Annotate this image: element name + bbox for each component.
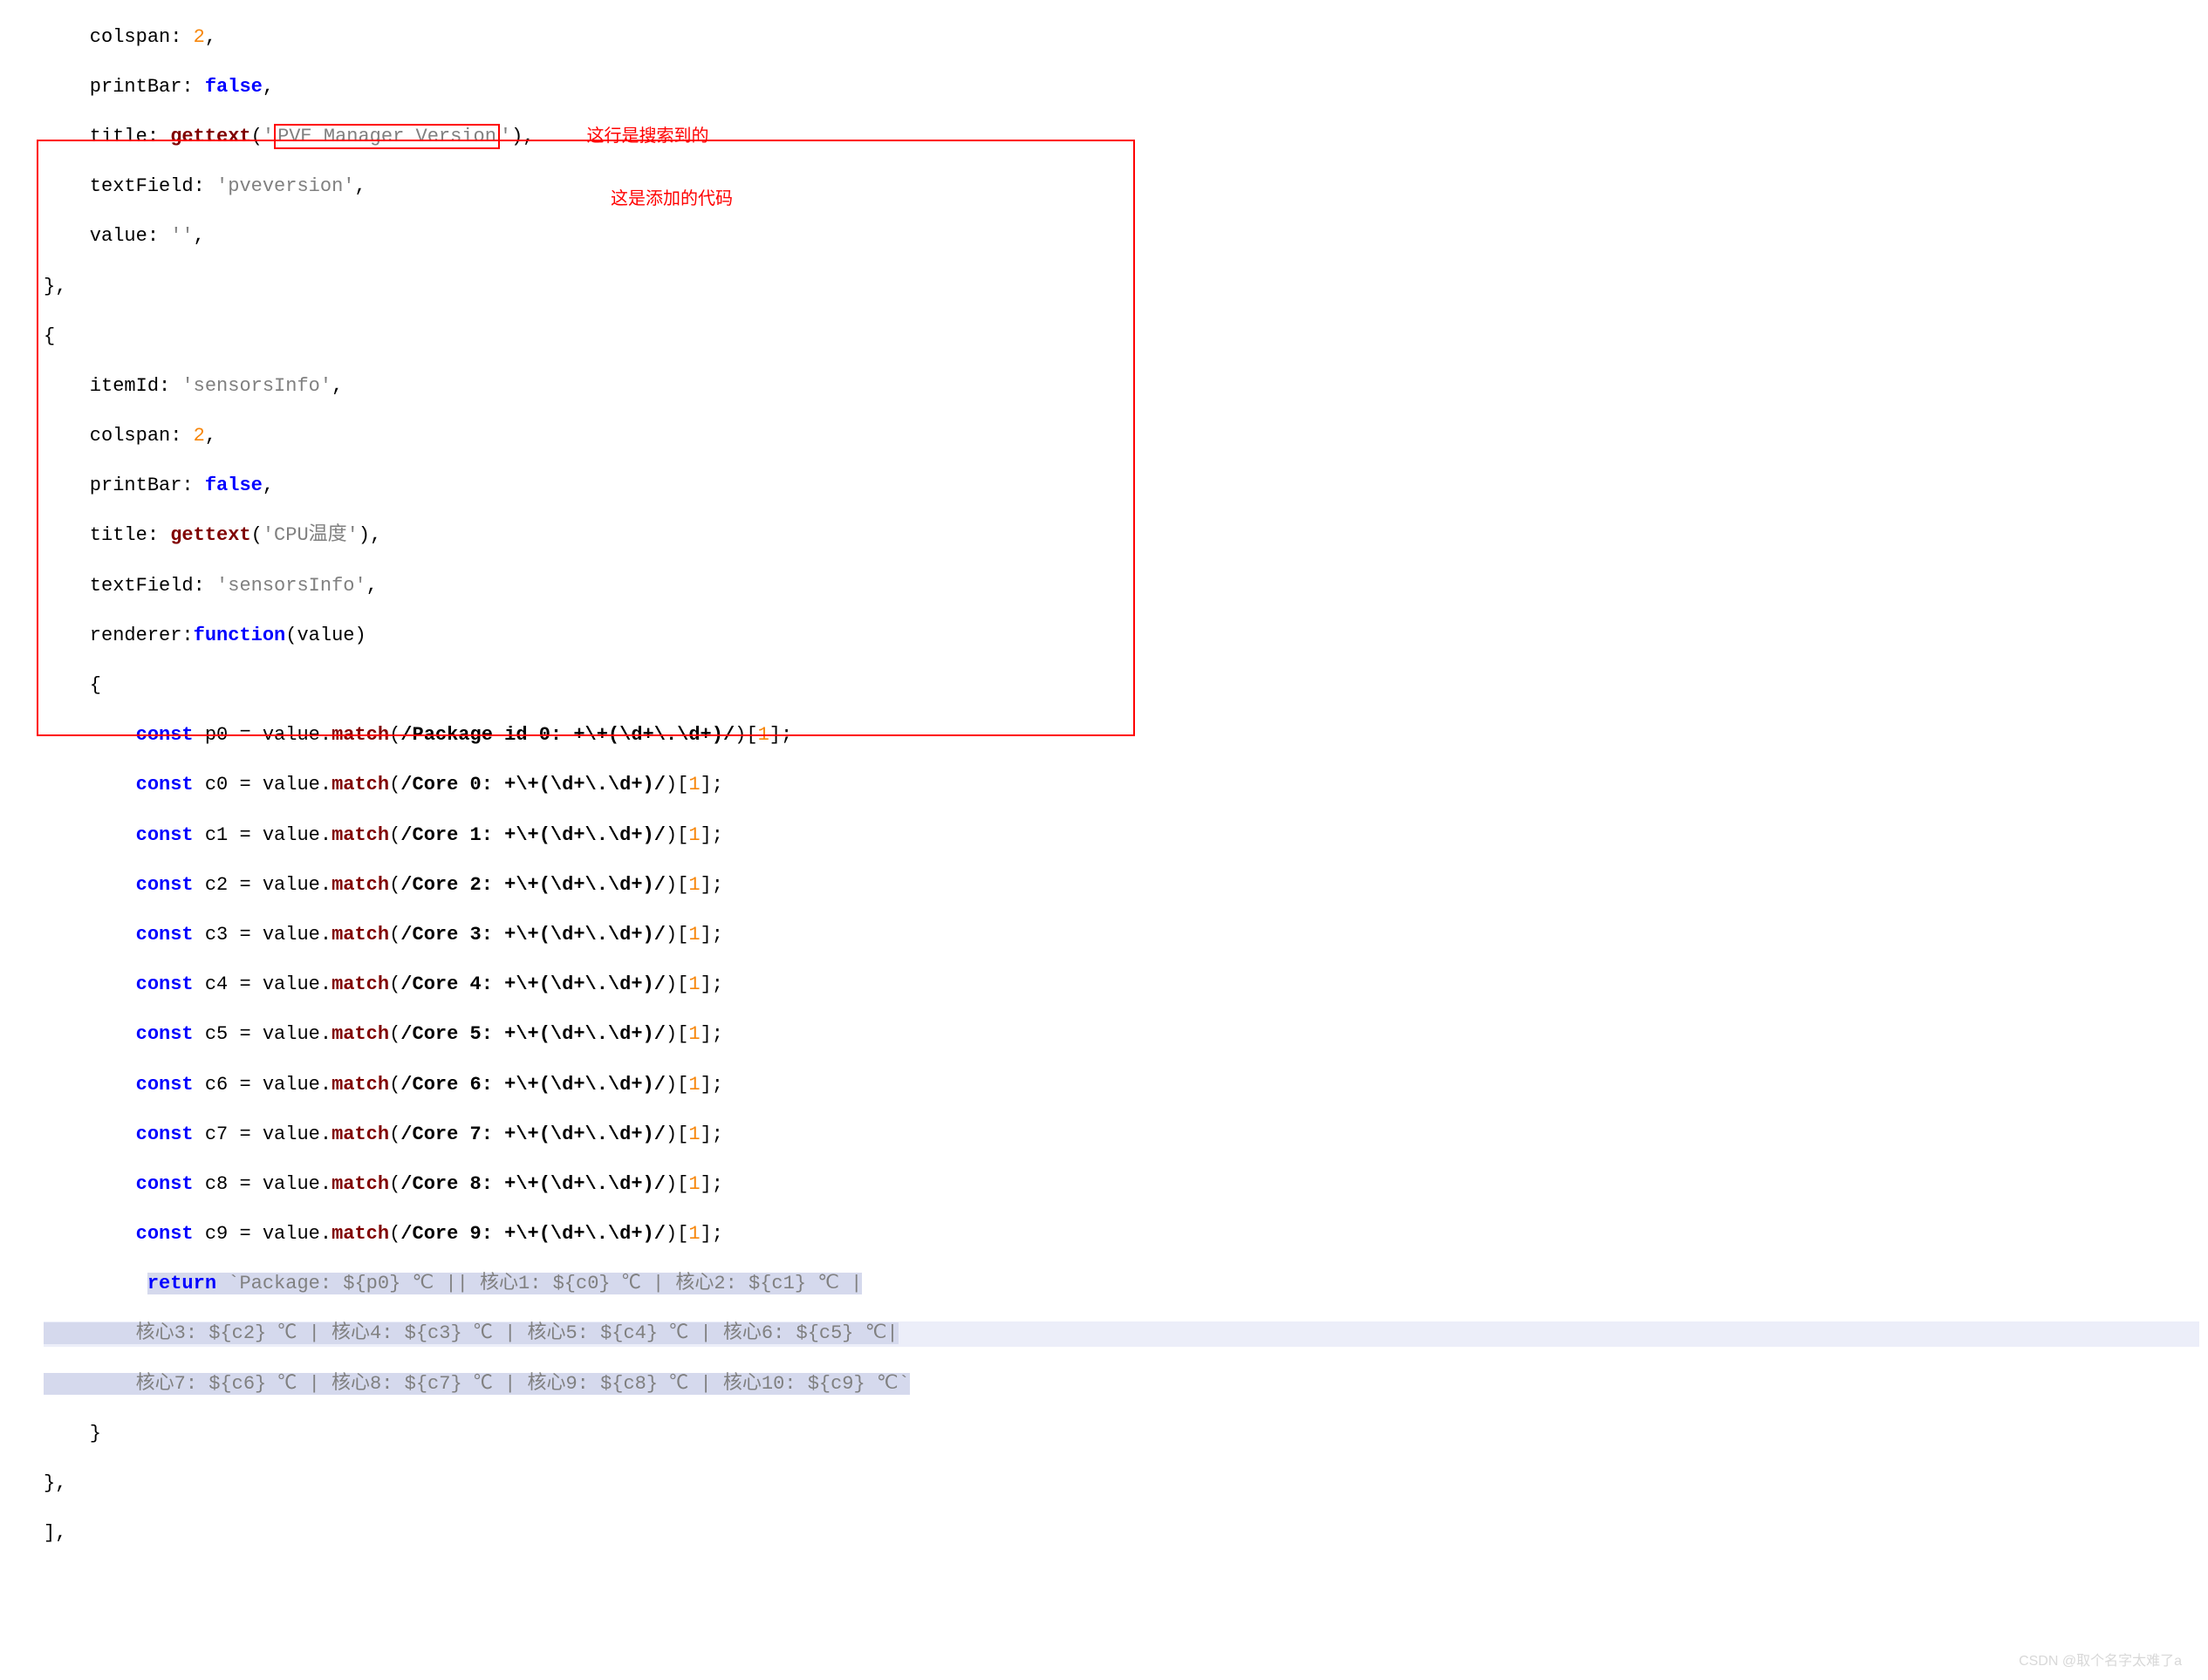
code-line: const c8 = value.match(/Core 8: +\+(\d+\… — [44, 1172, 2199, 1198]
code-line: ], — [44, 1521, 2199, 1547]
code-line: textField: 'pveversion', — [44, 174, 2199, 200]
code-line: colspan: 2, — [44, 424, 2199, 449]
code-line: }, — [44, 275, 2199, 300]
code-line: const c9 = value.match(/Core 9: +\+(\d+\… — [44, 1222, 2199, 1247]
code-line: const p0 = value.match(/Package id 0: +\… — [44, 723, 2199, 748]
watermark: CSDN @取个名字太难了a — [2019, 1653, 2182, 1671]
code-line: colspan: 2, — [44, 25, 2199, 51]
annotation-label: 这是添加的代码 — [611, 188, 733, 210]
code-line: title: gettext('CPU温度'), — [44, 523, 2199, 549]
code-line: } — [44, 1422, 2199, 1447]
code-line: const c2 = value.match(/Core 2: +\+(\d+\… — [44, 873, 2199, 898]
code-line: textField: 'sensorsInfo', — [44, 574, 2199, 599]
annotation-label: 这行是搜索到的 — [587, 125, 709, 147]
code-line: const c6 = value.match(/Core 6: +\+(\d+\… — [44, 1073, 2199, 1098]
code-line: const c0 = value.match(/Core 0: +\+(\d+\… — [44, 773, 2199, 798]
code-line: printBar: false, — [44, 474, 2199, 499]
code-line: const c1 = value.match(/Core 1: +\+(\d+\… — [44, 823, 2199, 849]
code-line: title: gettext('PVE Manager Version'),这行… — [44, 125, 2199, 150]
code-line: printBar: false, — [44, 75, 2199, 100]
code-line: { — [44, 324, 2199, 350]
code-line: renderer:function(value) — [44, 624, 2199, 649]
code-line: }, — [44, 1472, 2199, 1497]
highlight-search-result: PVE Manager Version — [274, 124, 500, 149]
code-line: const c5 = value.match(/Core 5: +\+(\d+\… — [44, 1022, 2199, 1048]
code-line: const c7 = value.match(/Core 7: +\+(\d+\… — [44, 1123, 2199, 1148]
code-line: 核心7: ${c6} ℃ | 核心8: ${c7} ℃ | 核心9: ${c8}… — [44, 1372, 2199, 1397]
code-editor-view: colspan: 2, printBar: false, title: gett… — [0, 0, 2208, 1680]
code-line: { — [44, 673, 2199, 699]
code-line-highlighted: 核心3: ${c2} ℃ | 核心4: ${c3} ℃ | 核心5: ${c4}… — [44, 1321, 2199, 1347]
code-line: const c4 = value.match(/Core 4: +\+(\d+\… — [44, 973, 2199, 998]
code-line: const c3 = value.match(/Core 3: +\+(\d+\… — [44, 923, 2199, 948]
code-line: return `Package: ${p0} ℃ || 核心1: ${c0} ℃… — [44, 1272, 2199, 1297]
code-line: itemId: 'sensorsInfo', — [44, 374, 2199, 400]
code-line: value: '', — [44, 224, 2199, 249]
